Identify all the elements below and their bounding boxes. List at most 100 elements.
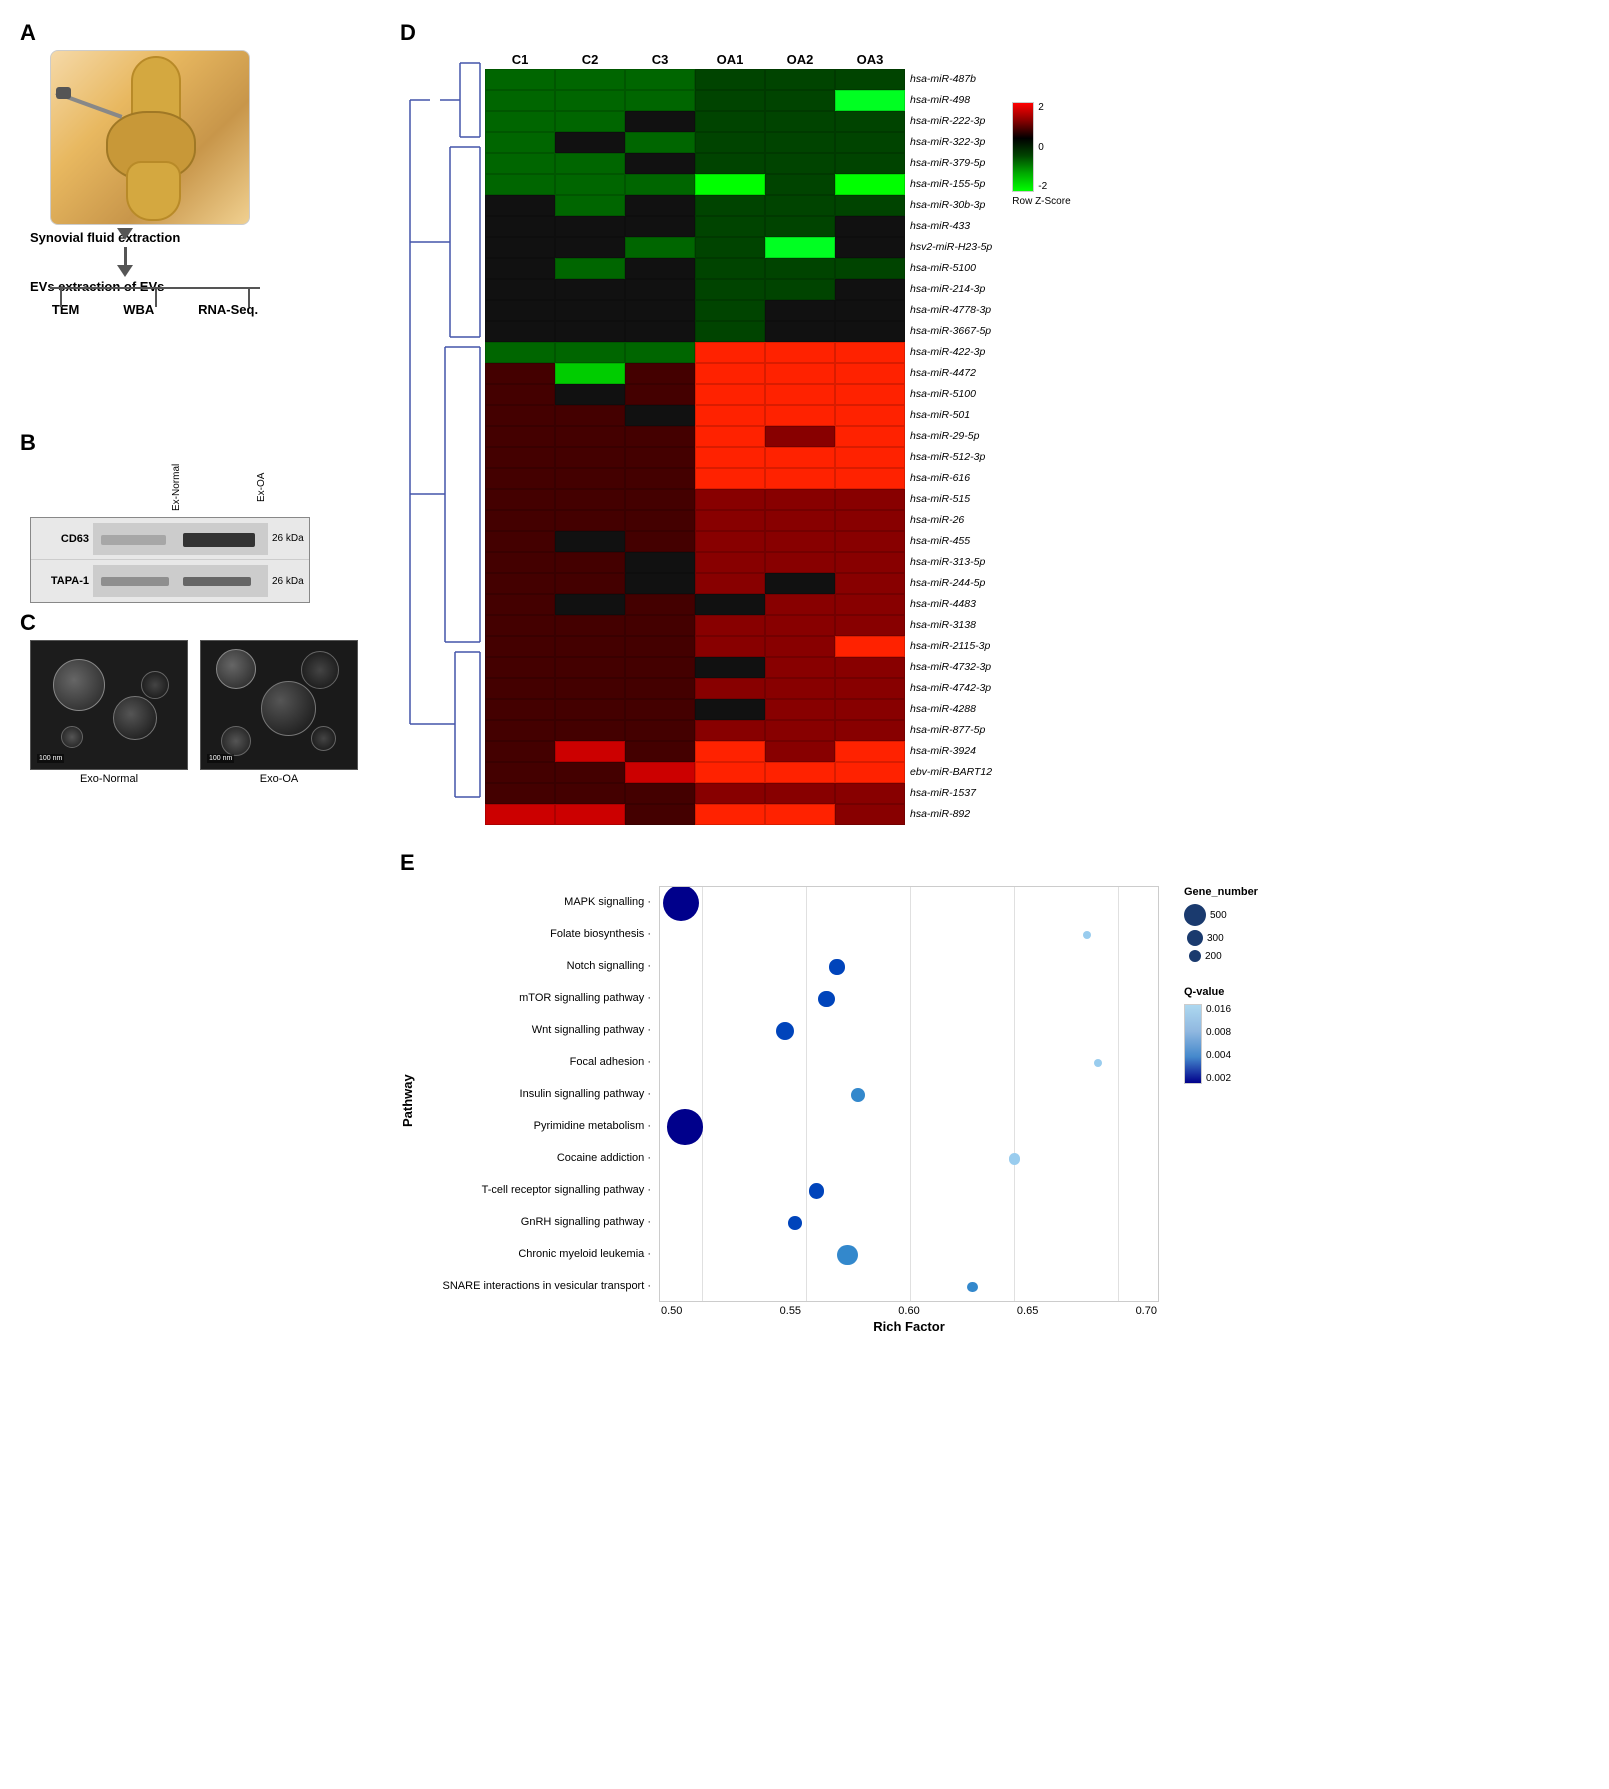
- heatmap-row-22: [485, 531, 905, 552]
- cell-8-4: [765, 237, 835, 258]
- tem-normal-image: 100 nm: [30, 640, 188, 770]
- cell-6-2: [625, 195, 695, 216]
- cell-14-5: [835, 363, 905, 384]
- heatmap-row-18: [485, 447, 905, 468]
- dot-0: [663, 886, 699, 921]
- cell-5-5: [835, 174, 905, 195]
- cell-26-1: [555, 615, 625, 636]
- cell-31-5: [835, 720, 905, 741]
- cell-20-3: [695, 489, 765, 510]
- cell-7-5: [835, 216, 905, 237]
- cell-6-5: [835, 195, 905, 216]
- cell-4-0: [485, 153, 555, 174]
- pathway-12: SNARE interactions in vesicular transpor…: [443, 1270, 651, 1302]
- cell-17-4: [765, 426, 835, 447]
- cell-35-0: [485, 804, 555, 825]
- cell-21-5: [835, 510, 905, 531]
- cell-26-5: [835, 615, 905, 636]
- heatmap-wrapper: C1 C2 C3 OA1 OA2 OA3 hsa-miR-487bhsa-miR…: [400, 52, 1570, 825]
- panel-c: C 100 nm Exo-Normal: [20, 610, 358, 785]
- cell-18-0: [485, 447, 555, 468]
- row-label-27: hsa-miR-2115-3p: [910, 636, 992, 657]
- vesicle-n-1: [53, 659, 105, 711]
- cell-13-4: [765, 342, 835, 363]
- row-label-12: hsa-miR-3667-5p: [910, 321, 992, 342]
- cd63-band-normal: [101, 535, 166, 545]
- cell-26-2: [625, 615, 695, 636]
- q-val-3: 0.002: [1206, 1073, 1231, 1084]
- cell-9-3: [695, 258, 765, 279]
- cell-5-4: [765, 174, 835, 195]
- cd63-kda: 26 kDa: [272, 533, 304, 544]
- cell-30-1: [555, 699, 625, 720]
- x-tick-4: 0.70: [1136, 1305, 1157, 1317]
- dot-7: [667, 1109, 702, 1144]
- dotplot-wrapper: Pathway MAPK signalling · Folate biosynt…: [400, 886, 1570, 1334]
- heatmap-row-25: [485, 594, 905, 615]
- cell-18-5: [835, 447, 905, 468]
- heatmap-body: hsa-miR-487bhsa-miR-498hsa-miR-222-3phsa…: [485, 69, 992, 825]
- row-label-4: hsa-miR-379-5p: [910, 153, 992, 174]
- cell-28-0: [485, 657, 555, 678]
- cell-20-0: [485, 489, 555, 510]
- cell-16-3: [695, 405, 765, 426]
- dot-8: [1009, 1153, 1020, 1164]
- dendrogram-left: [400, 52, 485, 808]
- cell-32-3: [695, 741, 765, 762]
- cell-9-5: [835, 258, 905, 279]
- cell-3-4: [765, 132, 835, 153]
- cell-34-2: [625, 783, 695, 804]
- cell-24-0: [485, 573, 555, 594]
- heatmap-row-12: [485, 321, 905, 342]
- pathway-7: Pyrimidine metabolism ·: [534, 1110, 651, 1142]
- row-label-9: hsa-miR-5100: [910, 258, 992, 279]
- heatmap-cells: [485, 69, 905, 825]
- cell-6-4: [765, 195, 835, 216]
- tapa-kda: 26 kDa: [272, 576, 304, 587]
- cell-8-2: [625, 237, 695, 258]
- cell-30-4: [765, 699, 835, 720]
- cell-24-2: [625, 573, 695, 594]
- dot-10: [788, 1216, 802, 1230]
- cell-0-0: [485, 69, 555, 90]
- cell-10-1: [555, 279, 625, 300]
- dot-1: [1083, 931, 1091, 939]
- cell-2-5: [835, 111, 905, 132]
- cell-0-3: [695, 69, 765, 90]
- gridline-v-0.7: [1118, 887, 1119, 1301]
- heatmap-row-7: [485, 216, 905, 237]
- legend-gradient-bar: [1012, 102, 1034, 192]
- cell-18-1: [555, 447, 625, 468]
- y-axis-label: Pathway: [400, 886, 415, 1316]
- panel-b-label: B: [20, 430, 36, 455]
- cell-12-4: [765, 321, 835, 342]
- heatmap-row-4: [485, 153, 905, 174]
- panel-b: B Ex-Normal Ex-OA CD63 26 kDa TAPA-1: [20, 430, 310, 603]
- cell-7-1: [555, 216, 625, 237]
- heatmap-row-6: [485, 195, 905, 216]
- row-label-0: hsa-miR-487b: [910, 69, 992, 90]
- cell-17-1: [555, 426, 625, 447]
- q-val-2: 0.004: [1206, 1050, 1231, 1061]
- cell-15-1: [555, 384, 625, 405]
- pathway-labels: MAPK signalling · Folate biosynthesis · …: [419, 886, 659, 1302]
- row-label-16: hsa-miR-501: [910, 405, 992, 426]
- pathway-5: Focal adhesion ·: [570, 1046, 651, 1078]
- dot-12: [967, 1282, 977, 1292]
- vesicle-oa-2: [261, 681, 316, 736]
- heatmap-row-30: [485, 699, 905, 720]
- cell-27-5: [835, 636, 905, 657]
- vesicle-oa-5: [311, 726, 336, 751]
- cell-5-1: [555, 174, 625, 195]
- western-blot: Ex-Normal Ex-OA CD63 26 kDa TAPA-1: [30, 460, 310, 603]
- cell-25-3: [695, 594, 765, 615]
- q-value-bar-container: 0.016 0.008 0.004 0.002: [1184, 1004, 1258, 1084]
- cell-19-0: [485, 468, 555, 489]
- q-value-legend: Q-value 0.016 0.008 0.004 0.002: [1184, 986, 1258, 1084]
- arrow-2: [115, 247, 135, 277]
- cell-25-5: [835, 594, 905, 615]
- branch-stem-1: [60, 287, 62, 307]
- legend-top: 2: [1038, 102, 1047, 113]
- row-label-7: hsa-miR-433: [910, 216, 992, 237]
- heatmap-row-2: [485, 111, 905, 132]
